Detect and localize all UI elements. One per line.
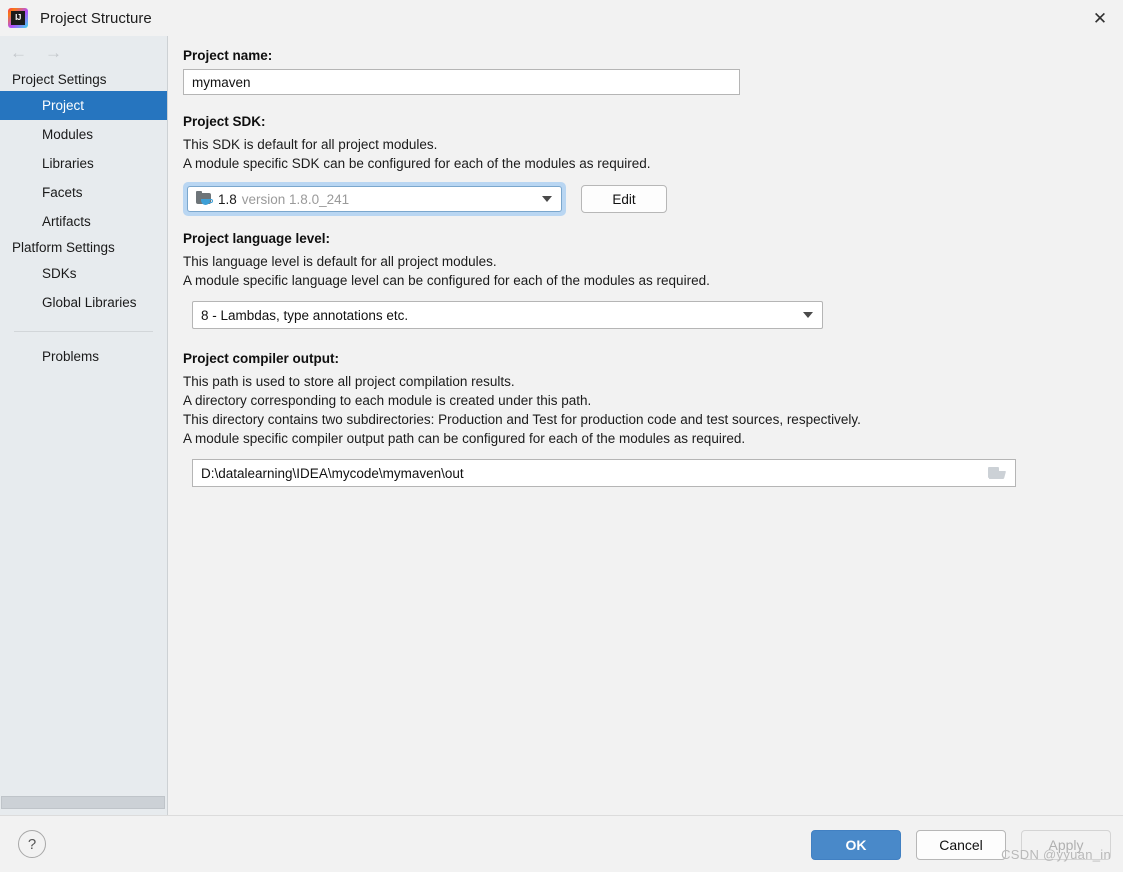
language-level-desc-1: This language level is default for all p… [183, 254, 497, 269]
sidebar-nav-arrows: ← → [0, 36, 167, 68]
sidebar-item-facets[interactable]: Facets [0, 178, 167, 207]
compiler-output-desc-4: A module specific compiler output path c… [183, 431, 746, 446]
sidebar-item-project[interactable]: Project [0, 91, 167, 120]
sidebar-item-libraries[interactable]: Libraries [0, 149, 167, 178]
project-name-label: Project name: [183, 48, 273, 63]
close-icon[interactable]: ✕ [1077, 0, 1123, 36]
compiler-output-path-value: D:\datalearning\IDEA\mycode\mymaven\out [201, 465, 464, 481]
project-sdk-combo-focus: 1.8 version 1.8.0_241 [183, 182, 566, 216]
footer-action-buttons: OK Cancel Apply [811, 830, 1111, 860]
compiler-output-desc-2: A directory corresponding to each module… [183, 393, 592, 408]
project-sdk-name: 1.8 [218, 191, 237, 207]
project-sdk-label: Project SDK: [183, 114, 266, 129]
footer-bar: ? OK Cancel Apply CSDN @yyuan_in [0, 815, 1123, 872]
project-sdk-desc-2: A module specific SDK can be configured … [183, 156, 651, 171]
sidebar-item-artifacts[interactable]: Artifacts [0, 207, 167, 236]
sidebar-group-project-settings: Project Settings [12, 72, 107, 87]
folder-open-icon[interactable] [988, 467, 1007, 479]
forward-arrow-icon[interactable]: → [45, 44, 62, 61]
chevron-down-icon[interactable] [803, 312, 813, 318]
language-level-desc-2: A module specific language level can be … [183, 273, 710, 288]
intellij-idea-icon [8, 8, 28, 28]
language-level-label: Project language level: [183, 231, 331, 246]
sidebar: ← → Project Settings Project Modules Lib… [0, 36, 168, 816]
sidebar-item-global-libraries[interactable]: Global Libraries [0, 288, 167, 317]
project-sdk-version: version 1.8.0_241 [241, 191, 350, 207]
edit-sdk-button[interactable]: Edit [581, 185, 667, 213]
sidebar-group-platform-settings: Platform Settings [12, 240, 115, 255]
language-level-combo[interactable]: 8 - Lambdas, type annotations etc. [192, 301, 823, 329]
sidebar-item-modules[interactable]: Modules [0, 120, 167, 149]
language-level-value: 8 - Lambdas, type annotations etc. [201, 307, 409, 323]
project-sdk-combo[interactable]: 1.8 version 1.8.0_241 [187, 186, 562, 212]
window-title: Project Structure [40, 9, 152, 27]
compiler-output-desc-1: This path is used to store all project c… [183, 374, 515, 389]
cancel-button[interactable]: Cancel [916, 830, 1006, 860]
sidebar-item-sdks[interactable]: SDKs [0, 259, 167, 288]
chevron-down-icon[interactable] [542, 196, 552, 202]
java-sdk-folder-icon [196, 191, 213, 206]
sidebar-divider [14, 331, 153, 332]
title-bar: Project Structure ✕ [0, 0, 1123, 36]
project-name-input[interactable]: mymaven [183, 69, 740, 95]
project-sdk-desc-1: This SDK is default for all project modu… [183, 137, 438, 152]
sidebar-item-problems[interactable]: Problems [0, 342, 167, 371]
back-arrow-icon[interactable]: ← [10, 44, 27, 61]
help-button[interactable]: ? [18, 830, 46, 858]
compiler-output-path-field[interactable]: D:\datalearning\IDEA\mycode\mymaven\out [192, 459, 1016, 487]
main-content: Project name: mymaven Project SDK: This … [169, 36, 1123, 816]
ok-button[interactable]: OK [811, 830, 901, 860]
compiler-output-label: Project compiler output: [183, 351, 340, 366]
apply-button: Apply [1021, 830, 1111, 860]
sidebar-horizontal-scrollbar[interactable] [1, 796, 165, 809]
compiler-output-desc-3: This directory contains two subdirectori… [183, 412, 861, 427]
